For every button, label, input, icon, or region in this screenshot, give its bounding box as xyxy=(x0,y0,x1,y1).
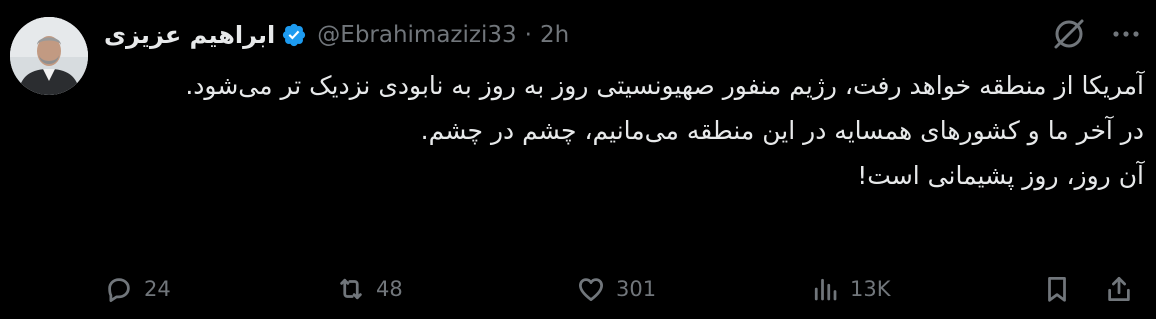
repost-count: 48 xyxy=(376,277,403,301)
bookmark-button[interactable] xyxy=(1042,266,1072,312)
share-icon xyxy=(1108,277,1130,301)
share-button[interactable] xyxy=(1104,266,1134,312)
tweet-text-line-3: آن روز، روز پشیمانی است! xyxy=(857,161,1144,190)
reply-count: 24 xyxy=(144,277,171,301)
tweet-text: آمریکا از منطقه خواهد رفت، رژیم منفور صه… xyxy=(104,63,1144,198)
more-options-icon[interactable] xyxy=(1106,22,1146,46)
bookmark-icon xyxy=(1048,277,1066,302)
views-count: 13K xyxy=(850,277,891,301)
tweet: ابراهیم عزیزی @Ebrahimazizi33 · 2h آمریک… xyxy=(0,0,1156,319)
repost-button[interactable]: 48 xyxy=(336,266,403,312)
grok-icon[interactable] xyxy=(1049,14,1089,54)
reply-icon xyxy=(108,278,130,302)
repost-icon xyxy=(340,278,362,300)
views-button[interactable]: 13K xyxy=(810,266,891,312)
tweet-text-line-2: در آخر ما و کشورهای همسایه در این منطقه … xyxy=(420,116,1144,145)
views-icon xyxy=(814,278,837,301)
avatar-image xyxy=(10,17,88,95)
timestamp[interactable]: 2h xyxy=(540,22,569,48)
heart-icon xyxy=(579,278,603,301)
display-name[interactable]: ابراهیم عزیزی xyxy=(104,21,275,49)
reply-button[interactable]: 24 xyxy=(104,266,171,312)
tweet-text-line-1: آمریکا از منطقه خواهد رفت، رژیم منفور صه… xyxy=(185,71,1144,100)
like-count: 301 xyxy=(616,277,657,301)
like-button[interactable]: 301 xyxy=(576,266,656,312)
separator-dot: · xyxy=(524,22,532,48)
handle[interactable]: @Ebrahimazizi33 xyxy=(317,22,516,48)
action-bar: 24 48 301 13K xyxy=(104,266,1140,312)
avatar[interactable] xyxy=(10,17,88,95)
verified-badge-icon[interactable] xyxy=(281,22,307,48)
tweet-header: ابراهیم عزیزی @Ebrahimazizi33 · 2h xyxy=(104,18,569,52)
